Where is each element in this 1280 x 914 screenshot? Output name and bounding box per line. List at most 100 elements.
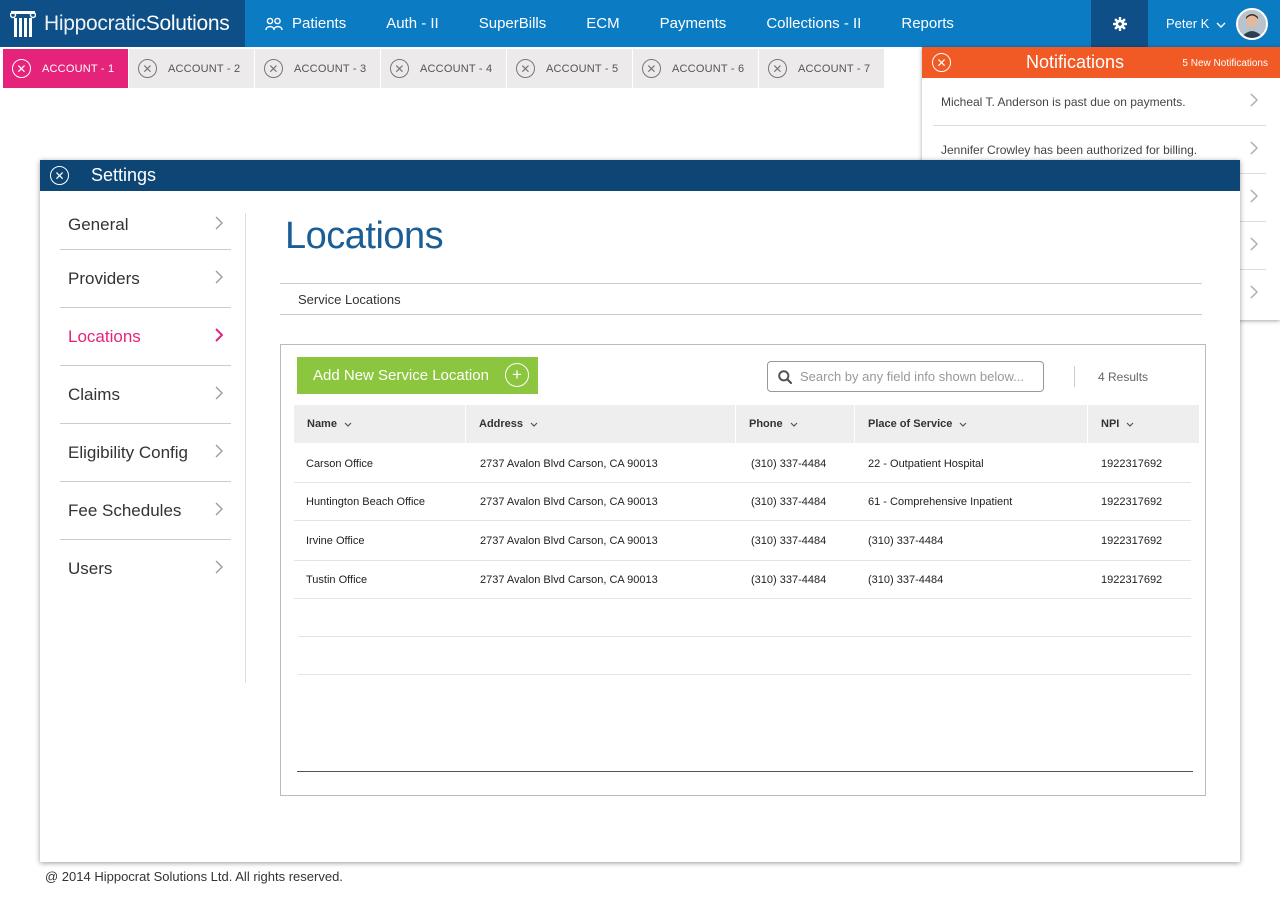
notification-text: Micheal T. Anderson is past due on payme… — [941, 94, 1186, 109]
locations-panel: Add New Service Location + 4 Results Nam… — [280, 344, 1206, 796]
close-icon[interactable]: ✕ — [390, 59, 409, 78]
close-icon[interactable]: ✕ — [516, 59, 535, 78]
account-tab-2[interactable]: ✕ ACCOUNT - 2 — [129, 49, 254, 88]
sidebar-item-providers[interactable]: Providers — [60, 250, 231, 308]
nav-item-collections[interactable]: Collections - II — [746, 0, 881, 47]
chevron-right-icon — [1250, 285, 1258, 302]
sidebar-item-eligibility-config[interactable]: Eligibility Config — [60, 424, 231, 482]
close-icon[interactable]: ✕ — [932, 53, 951, 72]
notification-item[interactable]: Micheal T. Anderson is past due on payme… — [933, 78, 1266, 126]
column-header-phone[interactable]: Phone — [736, 405, 855, 443]
sort-chevron-icon — [530, 418, 538, 430]
sidebar-item-general[interactable]: General — [60, 215, 231, 250]
close-icon[interactable]: ✕ — [138, 59, 157, 78]
cell-npi: 1922317692 — [1101, 534, 1163, 547]
sidebar-item-claims[interactable]: Claims — [60, 366, 231, 424]
main-nav: Patients Auth - II SuperBills ECM Paymen… — [245, 0, 974, 47]
avatar[interactable] — [1236, 7, 1269, 40]
chevron-right-icon — [215, 269, 223, 289]
chevron-right-icon — [215, 327, 224, 347]
nav-item-reports[interactable]: Reports — [881, 0, 974, 47]
account-tab-5[interactable]: ✕ ACCOUNT - 5 — [507, 49, 632, 88]
account-tab-label: ACCOUNT - 4 — [420, 62, 493, 75]
cell-npi: 1922317692 — [1101, 573, 1163, 586]
account-tab-6[interactable]: ✕ ACCOUNT - 6 — [633, 49, 758, 88]
sort-chevron-icon — [790, 418, 798, 430]
chevron-right-icon — [215, 443, 223, 463]
tab-service-locations[interactable]: Service Locations — [280, 283, 1202, 315]
close-icon[interactable]: ✕ — [12, 59, 31, 78]
column-header-address[interactable]: Address — [466, 405, 736, 443]
chevron-right-icon — [1250, 237, 1258, 254]
column-header-place-of-service[interactable]: Place of Service — [855, 405, 1088, 443]
add-button-label: Add New Service Location — [313, 367, 489, 384]
results-count: 4 Results — [1098, 370, 1149, 384]
locations-table: Carson Office 2737 Avalon Blvd Carson, C… — [294, 445, 1199, 675]
account-tab-1[interactable]: ✕ ACCOUNT - 1 — [3, 49, 128, 88]
empty-table-row — [298, 637, 1191, 675]
cell-npi: 1922317692 — [1101, 457, 1163, 470]
table-header: Name Address Phone Place of Service NPI — [294, 405, 1199, 443]
account-tab-7[interactable]: ✕ ACCOUNT - 7 — [759, 49, 884, 88]
search-input[interactable] — [800, 369, 1030, 384]
cell-name: Irvine Office — [306, 534, 365, 547]
add-service-location-button[interactable]: Add New Service Location + — [297, 357, 538, 394]
settings-header: ✕ Settings — [40, 160, 1240, 191]
settings-gear-button[interactable] — [1091, 0, 1148, 47]
account-tab-label: ACCOUNT - 5 — [546, 62, 619, 75]
results-divider — [1074, 366, 1075, 387]
sidebar-item-label: Fee Schedules — [68, 500, 182, 520]
nav-item-payments[interactable]: Payments — [640, 0, 747, 47]
sidebar-item-locations[interactable]: Locations — [60, 308, 231, 366]
top-nav-bar: HippocraticSolutions Patients Auth - II … — [0, 0, 1280, 47]
column-header-npi[interactable]: NPI — [1088, 405, 1199, 443]
sidebar-divider — [245, 213, 246, 683]
account-tab-label: ACCOUNT - 3 — [294, 62, 367, 75]
sidebar-item-label: Providers — [68, 268, 140, 288]
patients-group-icon — [265, 17, 283, 31]
nav-item-ecm[interactable]: ECM — [566, 0, 639, 47]
gear-icon — [1112, 16, 1127, 31]
table-row[interactable]: Carson Office 2737 Avalon Blvd Carson, C… — [294, 445, 1191, 483]
close-icon[interactable]: ✕ — [642, 59, 661, 78]
sidebar-item-label: Users — [68, 559, 113, 578]
sidebar-item-users[interactable]: Users — [60, 540, 231, 598]
cell-place-of-service: 61 - Comprehensive Inpatient — [868, 495, 1013, 508]
chevron-right-icon — [1250, 189, 1258, 206]
close-icon[interactable]: ✕ — [768, 59, 787, 78]
chevron-right-icon — [215, 559, 223, 579]
settings-title: Settings — [91, 165, 157, 185]
app-logo[interactable]: HippocraticSolutions — [0, 0, 245, 47]
cell-address: 2737 Avalon Blvd Carson, CA 90013 — [480, 457, 658, 470]
nav-item-patients[interactable]: Patients — [245, 0, 366, 47]
account-tab-label: ACCOUNT - 7 — [798, 62, 871, 75]
account-tab-3[interactable]: ✕ ACCOUNT - 3 — [255, 49, 380, 88]
column-header-label: NPI — [1101, 418, 1120, 430]
column-header-label: Phone — [749, 418, 783, 430]
table-row[interactable]: Tustin Office 2737 Avalon Blvd Carson, C… — [294, 561, 1191, 599]
cell-phone: (310) 337-4484 — [751, 534, 827, 547]
cell-npi: 1922317692 — [1101, 495, 1163, 508]
account-tab-label: ACCOUNT - 1 — [42, 62, 115, 75]
brand-name-bold: Solutions — [145, 11, 230, 35]
close-icon[interactable]: ✕ — [50, 166, 69, 185]
sort-chevron-icon — [344, 418, 352, 430]
user-menu[interactable]: Peter K — [1148, 0, 1280, 47]
sort-chevron-icon — [1126, 418, 1134, 430]
close-icon[interactable]: ✕ — [264, 59, 283, 78]
account-tab-4[interactable]: ✕ ACCOUNT - 4 — [381, 49, 506, 88]
brand-name: HippocraticSolutions — [44, 11, 230, 36]
sidebar-item-fee-schedules[interactable]: Fee Schedules — [60, 482, 231, 540]
cell-phone: (310) 337-4484 — [751, 457, 827, 470]
cell-phone: (310) 337-4484 — [751, 495, 827, 508]
nav-item-superbills[interactable]: SuperBills — [459, 0, 567, 47]
nav-item-auth[interactable]: Auth - II — [366, 0, 459, 47]
column-header-name[interactable]: Name — [294, 405, 466, 443]
empty-table-row — [298, 599, 1191, 637]
table-row[interactable]: Irvine Office 2737 Avalon Blvd Carson, C… — [294, 521, 1191, 561]
table-bottom-rule — [297, 771, 1193, 772]
table-row[interactable]: Huntington Beach Office 2737 Avalon Blvd… — [294, 483, 1191, 521]
search-box[interactable] — [767, 361, 1044, 392]
page-title: Locations — [285, 215, 444, 257]
cell-phone: (310) 337-4484 — [751, 573, 827, 586]
